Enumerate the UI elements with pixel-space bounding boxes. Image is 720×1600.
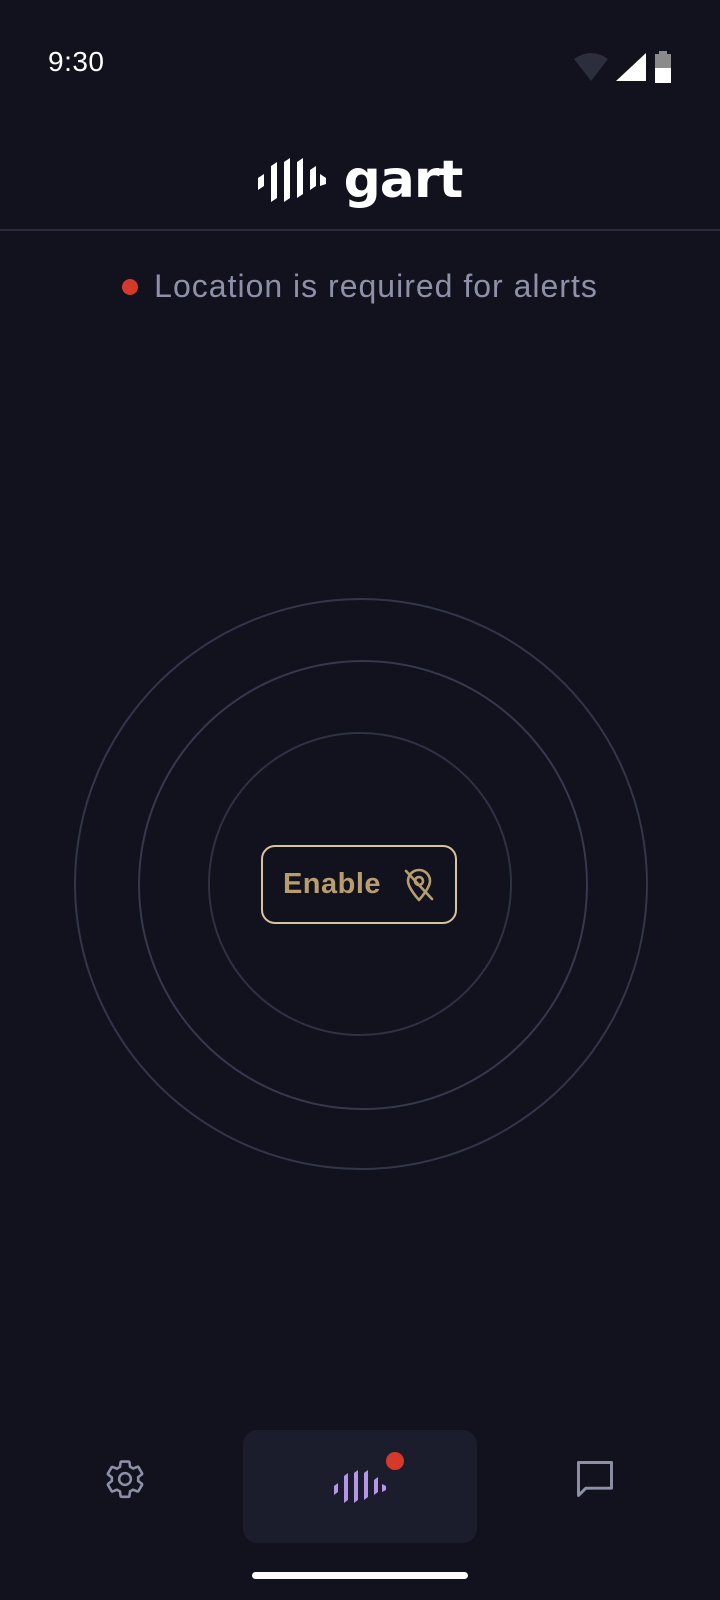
enable-location-button[interactable]: Enable: [261, 845, 457, 924]
nav-settings-button[interactable]: [100, 1454, 150, 1504]
radar-rings: [0, 0, 720, 1600]
alerts-screen: 9:30 gart Location is required for alert…: [0, 0, 720, 1600]
battery-icon: [655, 51, 671, 83]
app-header: gart: [0, 130, 720, 230]
location-off-icon: [404, 868, 434, 901]
alert-text: Location is required for alerts: [154, 268, 598, 304]
chat-bubble-icon: [577, 1461, 613, 1497]
status-bar: 9:30: [0, 0, 720, 130]
status-icons: [574, 50, 672, 84]
enable-button-label: Enable: [282, 868, 382, 900]
app-logo: gart: [257, 150, 464, 210]
status-time: 9:30: [48, 46, 105, 77]
notification-badge: [386, 1452, 404, 1470]
logo-wordmark: gart: [343, 150, 464, 210]
nav-messages-button[interactable]: [570, 1454, 620, 1504]
waveform-logo-icon: [257, 158, 326, 202]
wifi-icon: [574, 53, 608, 81]
header-divider: [0, 229, 720, 231]
waveform-icon: [334, 1469, 386, 1503]
gear-icon: [106, 1460, 144, 1499]
alert-dot: [122, 278, 139, 295]
home-indicator[interactable]: [252, 1572, 468, 1579]
nav-alerts-button[interactable]: [243, 1430, 477, 1543]
cellular-signal-icon: [616, 53, 646, 81]
location-alert: Location is required for alerts: [0, 268, 720, 305]
bottom-navigation: [0, 1430, 720, 1546]
